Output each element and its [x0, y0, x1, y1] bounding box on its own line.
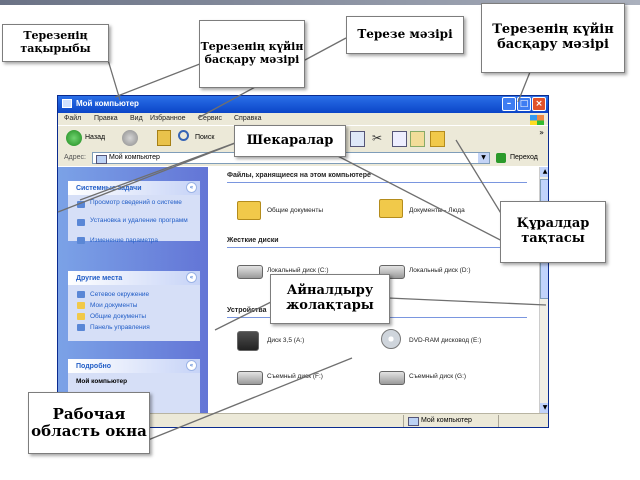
callout-borders: Шекаралар — [234, 125, 346, 157]
leader-line-scrollbar — [387, 297, 547, 306]
callout-scrollbars: Айналдыру жолақтары — [270, 274, 390, 324]
callout-menu-bar: Терезе мәзірі — [346, 16, 464, 54]
leader-line-borders-left2 — [57, 139, 244, 213]
callout-control-menu-left: Терезенің күйін басқару мәзірі — [199, 20, 305, 88]
leader-line-workarea — [147, 357, 353, 441]
leader-line-menu-a — [304, 37, 347, 61]
callout-window-title: Терезенің тақырыбы — [2, 24, 109, 62]
callout-toolbar: Құралдар тақтасы — [500, 201, 606, 263]
callout-work-area: Рабочая область окна — [28, 392, 150, 454]
leader-line-borders-right — [329, 151, 511, 246]
leader-line-control-right — [517, 71, 531, 103]
leader-line-control-left — [114, 59, 211, 98]
leader-line-scrollbar-left — [214, 299, 276, 331]
leader-line-title — [107, 59, 121, 101]
callout-control-menu-right: Терезенің күйін басқару мәзірі — [481, 3, 625, 73]
